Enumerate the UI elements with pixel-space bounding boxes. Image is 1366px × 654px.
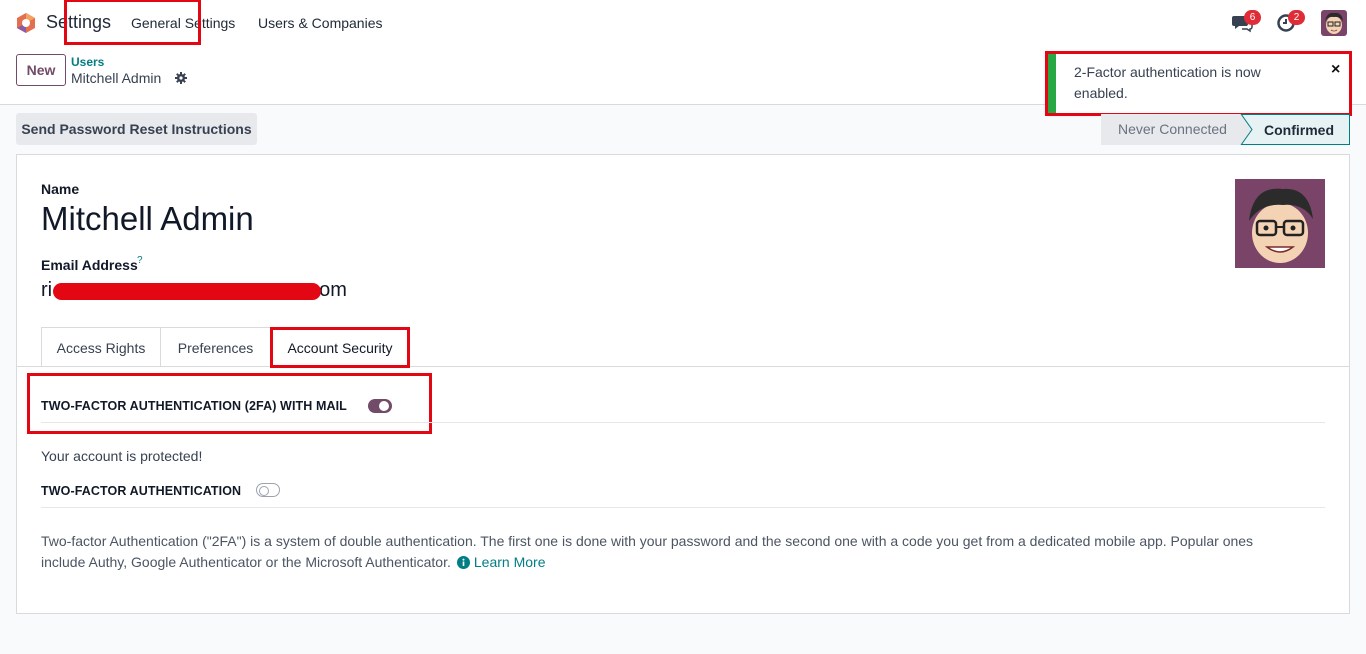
email-prefix: ri	[41, 279, 53, 301]
user-avatar[interactable]	[1321, 10, 1347, 36]
stage-never-connected[interactable]: Never Connected	[1101, 114, 1251, 145]
send-password-reset-button[interactable]: Send Password Reset Instructions	[16, 113, 257, 145]
tfa-label: TWO-FACTOR AUTHENTICATION	[41, 484, 242, 498]
close-icon[interactable]: ×	[1331, 61, 1340, 79]
gear-icon[interactable]	[175, 72, 187, 84]
activity-count-badge: 2	[1288, 10, 1305, 25]
menu-users-companies[interactable]: Users & Companies	[258, 15, 383, 31]
tfa-description: Two-factor Authentication ("2FA") is a s…	[41, 531, 1301, 573]
new-button[interactable]: New	[16, 54, 66, 86]
tab-access-rights[interactable]: Access Rights	[41, 327, 161, 367]
user-photo[interactable]	[1235, 179, 1325, 268]
breadcrumb-current: Mitchell Admin	[71, 70, 162, 86]
divider	[41, 422, 1325, 423]
name-label: Name	[41, 181, 80, 197]
notification-message: 2-Factor authentication is now enabled.	[1074, 64, 1261, 101]
tfa-description-text: Two-factor Authentication ("2FA") is a s…	[41, 533, 1254, 570]
stage-separator-arrow	[1240, 114, 1256, 145]
settings-app-icon[interactable]	[16, 12, 36, 34]
mail-2fa-highlight	[27, 373, 432, 434]
top-navbar: Settings General Settings Users & Compan…	[0, 0, 1366, 46]
name-field[interactable]: Mitchell Admin	[41, 200, 254, 238]
tab-highlight	[270, 327, 410, 368]
learn-more-link[interactable]: Learn More	[474, 554, 546, 570]
email-help-tooltip[interactable]: ?	[137, 255, 143, 266]
email-label: Email Address	[41, 257, 138, 273]
chat-count-badge: 6	[1244, 10, 1261, 25]
tfa-toggle[interactable]	[256, 483, 280, 497]
info-icon	[456, 556, 470, 569]
protected-status: Your account is protected!	[41, 448, 203, 464]
email-redaction-mark	[53, 283, 321, 300]
stage-confirmed[interactable]: Confirmed	[1241, 114, 1350, 145]
breadcrumb-highlight	[64, 0, 201, 45]
divider	[41, 507, 1325, 508]
tab-preferences[interactable]: Preferences	[160, 327, 271, 367]
breadcrumb-users-link[interactable]: Users	[71, 55, 104, 69]
